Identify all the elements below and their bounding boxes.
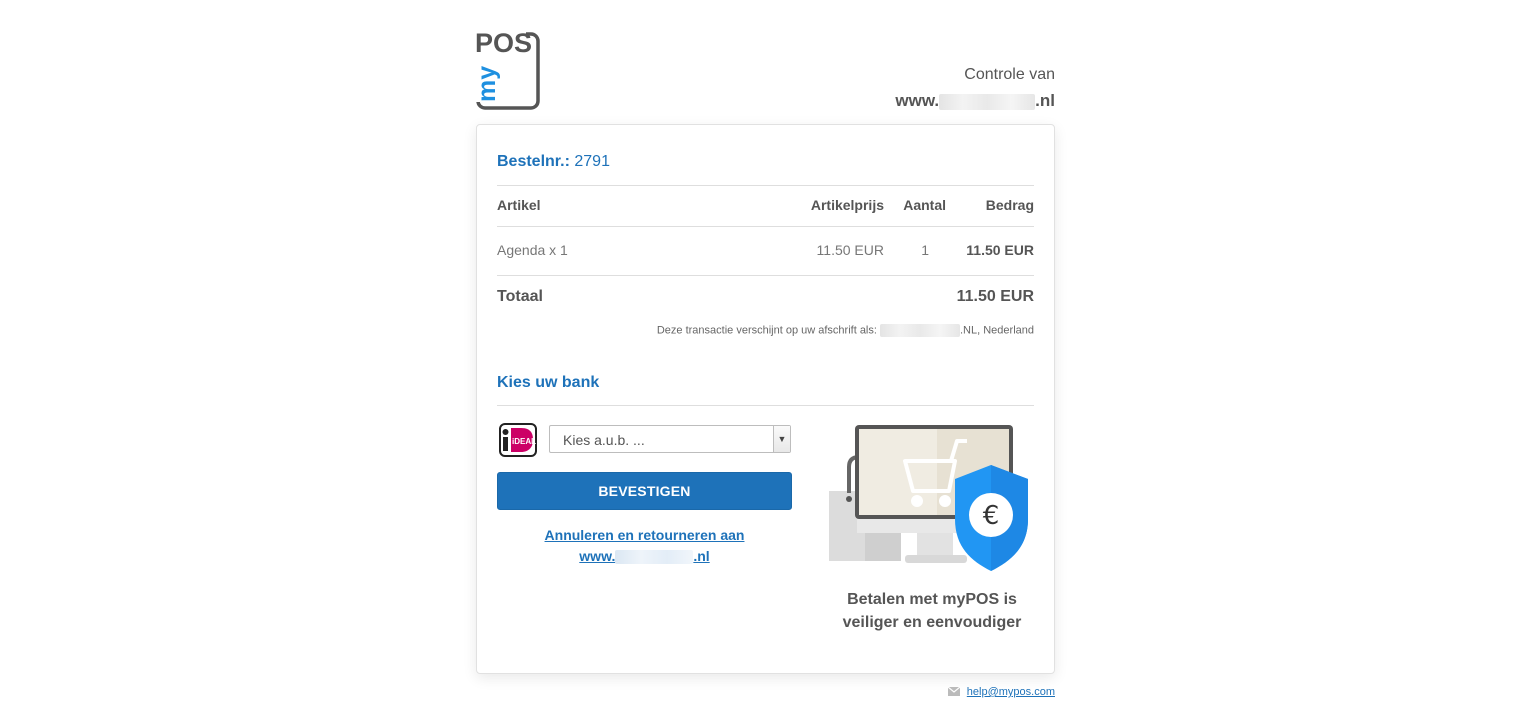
cancel-link-prefix[interactable]: www. [579, 548, 615, 564]
chevron-down-icon[interactable]: ▼ [773, 426, 790, 452]
shield-icon: € [955, 465, 1028, 571]
secure-payment-illustration: € [829, 425, 1028, 571]
promo-tagline: Betalen met myPOS is veiliger en eenvoud… [829, 588, 1035, 634]
logo-my-text: my [474, 66, 501, 102]
row-item: Agenda x 1 [497, 242, 568, 258]
row-amount: 11.50 EUR [966, 242, 1034, 258]
bank-select[interactable]: Kies a.u.b. ... ▼ [549, 425, 791, 453]
ideal-logo: iDEAL [499, 423, 537, 457]
mypos-logo: POS my [474, 28, 540, 110]
site-suffix: .nl [1035, 91, 1055, 110]
promo-line1: Betalen met myPOS is [847, 591, 1017, 608]
divider [497, 275, 1034, 276]
cancel-return-link[interactable]: Annuleren en retourneren aan www. .nl [497, 525, 792, 567]
redacted-domain [939, 93, 1036, 110]
redacted-descriptor [880, 324, 960, 337]
total-label: Totaal [497, 288, 543, 305]
statement-suffix: .NL, Nederland [960, 324, 1034, 337]
order-value: 2791 [574, 153, 610, 170]
envelope-icon [947, 686, 960, 696]
cancel-link-line1[interactable]: Annuleren en retourneren aan [545, 527, 745, 543]
divider [497, 405, 1034, 406]
divider [497, 185, 1034, 186]
merchant-site: www. .nl [895, 91, 1055, 111]
total-value: 11.50 EUR [956, 288, 1034, 305]
cancel-link-suffix[interactable]: .nl [693, 548, 709, 564]
euro-icon: € [983, 501, 1000, 531]
redacted-domain [615, 550, 694, 565]
confirm-button[interactable]: BEVESTIGEN [497, 472, 792, 510]
bank-section-title: Kies uw bank [497, 374, 600, 391]
bank-select-value: Kies a.u.b. ... [563, 432, 645, 448]
promo-line2: veiliger en eenvoudiger [842, 614, 1022, 631]
order-number: Bestelnr.: 2791 [497, 153, 610, 171]
help-email-link[interactable]: help@mypos.com [967, 686, 1055, 698]
merchant-verify: Controle van www. .nl [895, 66, 1055, 111]
col-item-header: Artikel [497, 197, 541, 213]
statement-prefix: Deze transactie verschijnt op uw afschri… [656, 324, 877, 337]
row-qty: 1 [921, 242, 929, 258]
verify-label: Controle van [964, 66, 1055, 83]
row-price: 11.50 EUR [816, 242, 884, 258]
col-qty-header: Aantal [903, 197, 946, 213]
ideal-text: iDEAL [512, 437, 536, 446]
col-amount-header: Bedrag [985, 197, 1034, 213]
help-contact: help@mypos.com [947, 686, 1055, 698]
statement-descriptor: Deze transactie verschijnt op uw afschri… [657, 324, 1034, 337]
site-prefix: www. [895, 91, 940, 110]
logo-pos-text: POS [475, 28, 532, 58]
divider [497, 226, 1034, 227]
order-label: Bestelnr.: [497, 153, 570, 170]
col-price-header: Artikelprijs [810, 197, 884, 213]
payment-card: Bestelnr.: 2791 Artikel Artikelprijs Aan… [476, 124, 1055, 674]
